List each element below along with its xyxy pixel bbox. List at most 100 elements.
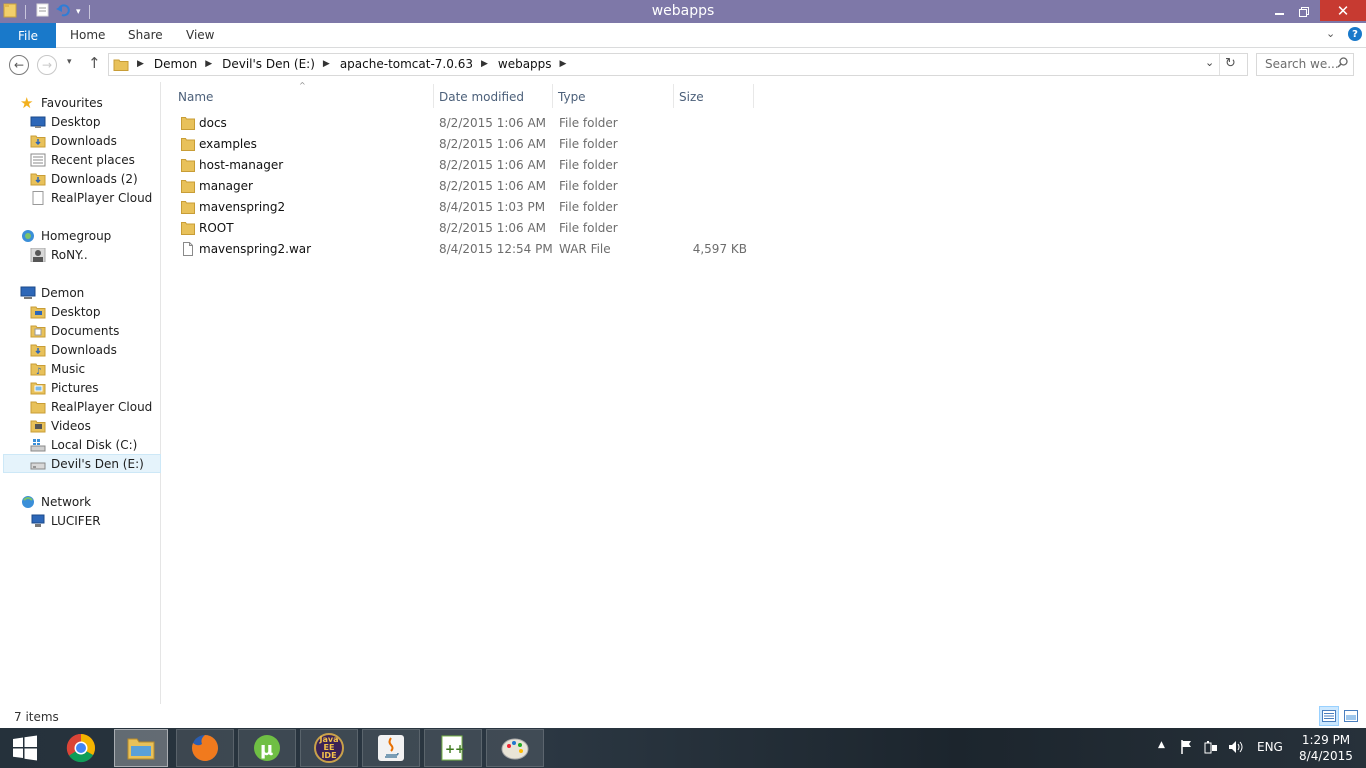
breadcrumb-devils-den[interactable]: Devil's Den (E:) xyxy=(222,57,315,71)
show-hidden-icons-icon[interactable]: ▲ xyxy=(1158,740,1165,750)
column-header-name[interactable]: Name xyxy=(178,90,213,104)
nav-item-local-disk-c[interactable]: Local Disk (C:) xyxy=(30,435,188,454)
details-view-button[interactable] xyxy=(1319,706,1339,726)
nav-item-videos[interactable]: Videos xyxy=(30,416,188,435)
taskbar-firefox[interactable] xyxy=(176,729,234,767)
breadcrumb-separator-icon[interactable]: ▶ xyxy=(137,59,144,69)
language-indicator[interactable]: ENG xyxy=(1257,740,1283,754)
column-header-type[interactable]: Type xyxy=(558,90,586,104)
forward-button[interactable]: → xyxy=(37,55,57,75)
nav-item-realplayer-cloud[interactable]: RealPlayer Cloud xyxy=(30,188,188,207)
breadcrumb-separator-icon[interactable]: ▶ xyxy=(560,59,567,69)
nav-item-rony[interactable]: RoNY.. xyxy=(30,245,188,264)
paint-icon xyxy=(501,738,529,760)
expand-ribbon-chevron-icon[interactable]: ⌄ xyxy=(1326,27,1335,40)
file-type: File folder xyxy=(559,221,618,235)
file-row[interactable]: docs 8/2/2015 1:06 AM File folder xyxy=(177,113,757,134)
file-row[interactable]: ROOT 8/2/2015 1:06 AM File folder xyxy=(177,218,757,239)
nav-item-devils-den-e[interactable]: Devil's Den (E:) xyxy=(3,454,161,473)
folder-icon xyxy=(181,116,195,130)
back-button[interactable]: ← xyxy=(9,55,29,75)
taskbar-java-ee-ide[interactable]: Java EE IDE xyxy=(300,729,358,767)
action-center-flag-icon[interactable] xyxy=(1180,739,1194,758)
tab-share[interactable]: Share xyxy=(128,28,163,42)
taskbar-file-explorer[interactable] xyxy=(114,729,168,767)
breadcrumb-separator-icon[interactable]: ▶ xyxy=(205,59,212,69)
column-headers: ^ Name Date modified Type Size xyxy=(161,81,761,110)
nav-item-pc-realplayer-cloud[interactable]: RealPlayer Cloud xyxy=(30,397,188,416)
close-button[interactable]: ✕ xyxy=(1320,0,1366,21)
minimize-button[interactable] xyxy=(1265,0,1293,23)
breadcrumb-separator-icon[interactable]: ▶ xyxy=(481,59,488,69)
file-row[interactable]: examples 8/2/2015 1:06 AM File folder xyxy=(177,134,757,155)
column-divider[interactable] xyxy=(673,84,674,108)
refresh-icon[interactable]: ↻ xyxy=(1225,56,1236,71)
restore-button[interactable] xyxy=(1290,0,1318,23)
file-type: WAR File xyxy=(559,242,611,256)
large-icons-view-button[interactable] xyxy=(1341,706,1361,726)
power-icon[interactable] xyxy=(1204,739,1218,758)
help-icon[interactable]: ? xyxy=(1348,27,1362,41)
file-row[interactable]: manager 8/2/2015 1:06 AM File folder xyxy=(177,176,757,197)
taskbar-notepad-plus-plus[interactable]: ++ xyxy=(424,729,482,767)
nav-item-downloads-2[interactable]: Downloads (2) xyxy=(30,169,188,188)
nav-item-desktop[interactable]: Desktop xyxy=(30,112,188,131)
breadcrumb-apache-tomcat[interactable]: apache-tomcat-7.0.63 xyxy=(340,57,473,71)
clock-date: 8/4/2015 xyxy=(1299,749,1353,763)
taskbar-utorrent[interactable]: µ xyxy=(238,729,296,767)
sort-ascending-icon: ^ xyxy=(299,81,306,90)
java-icon xyxy=(378,735,404,761)
nav-item-pictures[interactable]: Pictures xyxy=(30,378,188,397)
column-divider[interactable] xyxy=(753,84,754,108)
start-button[interactable] xyxy=(0,729,50,767)
nav-item-recent-places[interactable]: Recent places xyxy=(30,150,188,169)
breadcrumb-separator-icon[interactable]: ▶ xyxy=(323,59,330,69)
nav-item-downloads[interactable]: Downloads xyxy=(30,131,188,150)
nav-favourites[interactable]: ★ Favourites xyxy=(20,93,178,112)
column-header-size[interactable]: Size xyxy=(679,90,704,104)
nav-item-lucifer[interactable]: LUCIFER xyxy=(30,511,188,530)
nav-network[interactable]: Network xyxy=(20,492,178,511)
volume-icon[interactable] xyxy=(1228,739,1244,758)
nav-item-documents[interactable]: Documents xyxy=(30,321,188,340)
taskbar-chrome[interactable] xyxy=(52,729,110,767)
drive-icon xyxy=(30,457,46,471)
nav-label: Homegroup xyxy=(41,228,112,243)
file-row[interactable]: mavenspring2 8/4/2015 1:03 PM File folde… xyxy=(177,197,757,218)
breadcrumb-webapps[interactable]: webapps xyxy=(498,57,552,71)
search-icon[interactable] xyxy=(1337,57,1348,71)
file-row[interactable]: host-manager 8/2/2015 1:06 AM File folde… xyxy=(177,155,757,176)
downloads-folder-icon xyxy=(30,172,46,186)
column-divider[interactable] xyxy=(552,84,553,108)
breadcrumb-demon[interactable]: Demon xyxy=(154,57,197,71)
nav-homegroup[interactable]: Homegroup xyxy=(20,226,178,245)
column-header-date-modified[interactable]: Date modified xyxy=(439,90,524,104)
taskbar-paint[interactable] xyxy=(486,729,544,767)
nav-item-pc-desktop[interactable]: Desktop xyxy=(30,302,188,321)
folder-icon xyxy=(30,400,46,414)
nav-this-pc-demon[interactable]: Demon xyxy=(20,283,178,302)
network-computer-icon xyxy=(30,514,46,528)
tab-view[interactable]: View xyxy=(186,28,214,42)
nav-item-pc-downloads[interactable]: Downloads xyxy=(30,340,188,359)
nav-label: Desktop xyxy=(51,304,101,319)
file-tab[interactable]: File xyxy=(0,23,56,48)
address-history-chevron-icon[interactable]: ⌄ xyxy=(1205,56,1214,69)
tab-home[interactable]: Home xyxy=(70,28,105,42)
search-box[interactable]: Search we... xyxy=(1256,53,1354,76)
up-arrow-icon[interactable]: ↑ xyxy=(88,54,101,72)
file-type: File folder xyxy=(559,137,618,151)
file-name: examples xyxy=(199,137,257,151)
column-divider[interactable] xyxy=(433,84,434,108)
nav-item-music[interactable]: ♪ Music xyxy=(30,359,188,378)
address-bar[interactable]: ▶ Demon ▶ Devil's Den (E:) ▶ apache-tomc… xyxy=(108,53,1248,76)
folder-icon xyxy=(30,305,46,319)
title-bar[interactable]: ▾ webapps ✕ xyxy=(0,0,1366,23)
taskbar-java[interactable] xyxy=(362,729,420,767)
clock[interactable]: 1:29 PM 8/4/2015 xyxy=(1296,732,1356,764)
folder-icon xyxy=(181,179,195,193)
search-placeholder[interactable]: Search we... xyxy=(1265,57,1339,71)
recent-locations-chevron-icon[interactable]: ▾ xyxy=(67,57,72,67)
nav-label: Videos xyxy=(51,418,91,433)
file-row[interactable]: mavenspring2.war 8/4/2015 12:54 PM WAR F… xyxy=(177,239,757,260)
